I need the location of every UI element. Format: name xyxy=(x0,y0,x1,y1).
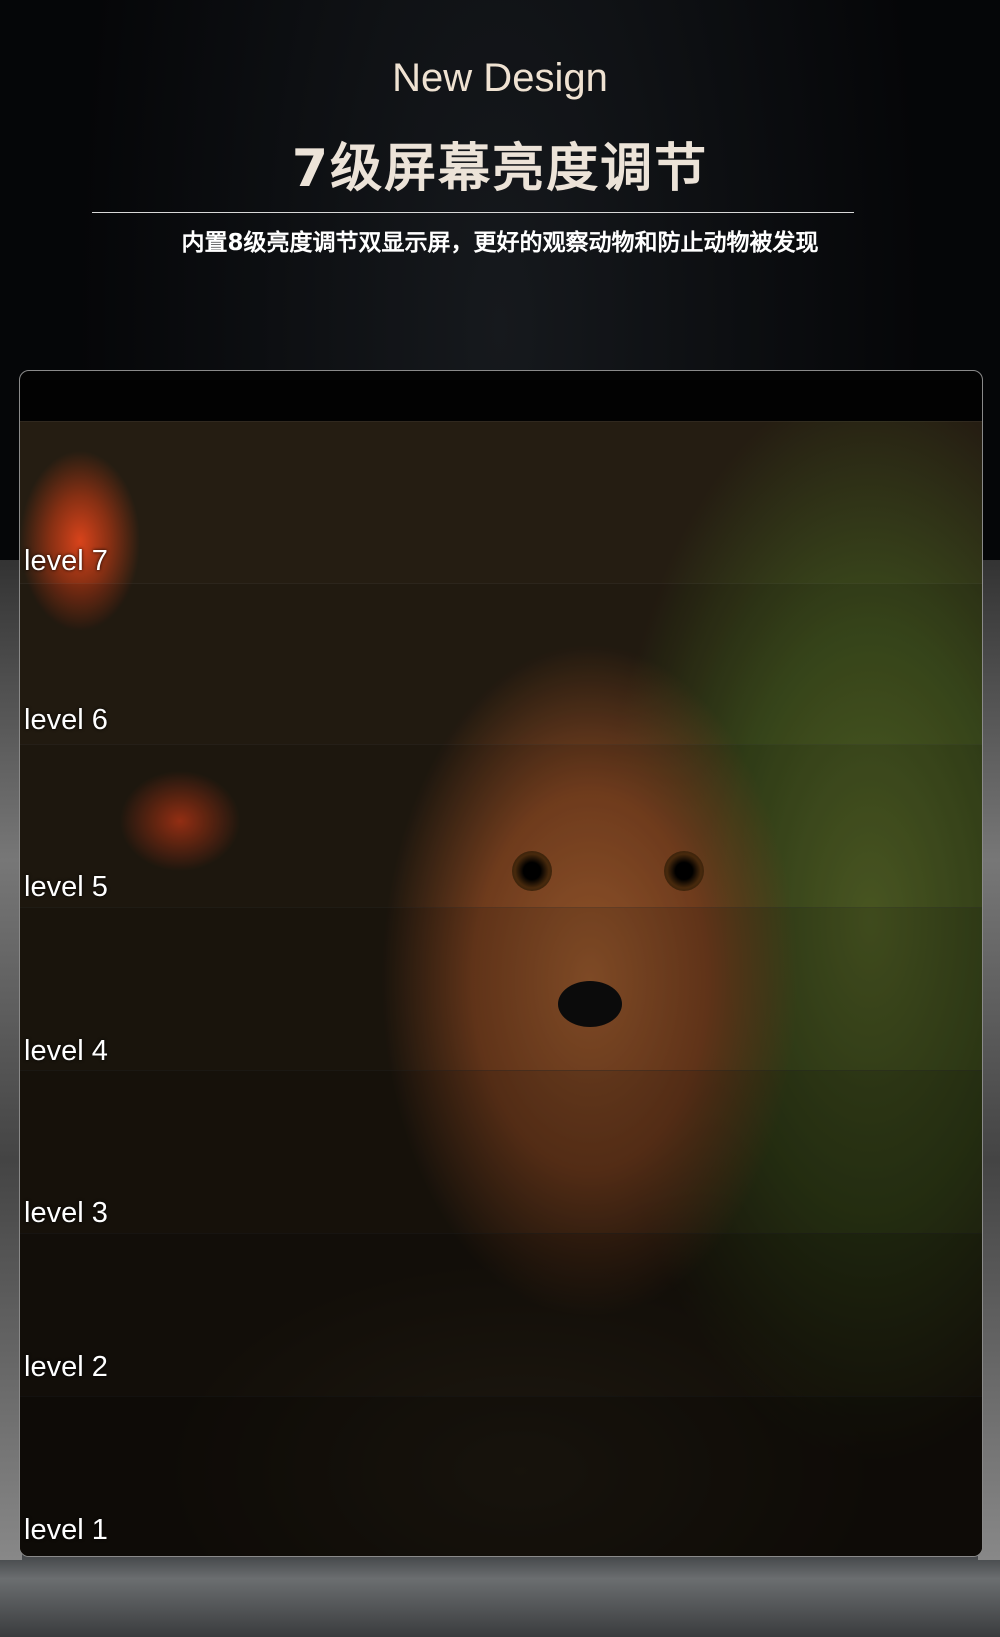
brightness-band-2 xyxy=(20,1233,982,1397)
screen-panel: level 7 level 6 level 5 level 4 level 3 level… xyxy=(19,370,983,1557)
brightness-band-3 xyxy=(20,1070,982,1234)
title-chinese: 7级屏幕亮度调节 xyxy=(291,139,709,199)
brightness-band-5 xyxy=(20,744,982,908)
level-label: level 4 xyxy=(24,1035,108,1067)
subtitle: 内置8级亮度调节双显示屏，更好的观察动物和防止动物被发现 xyxy=(181,230,819,256)
level-label: level 3 xyxy=(24,1197,108,1229)
level-label: level 5 xyxy=(24,871,108,903)
brightness-band-6 xyxy=(20,583,982,745)
level-label: level 6 xyxy=(24,704,108,736)
level-label: level 1 xyxy=(24,1514,108,1546)
brightness-band-7 xyxy=(20,421,982,584)
level-label: level 2 xyxy=(24,1351,108,1383)
brightness-band-1 xyxy=(20,1396,982,1556)
title-english: New Design xyxy=(392,56,608,100)
fox-photo: level 7 level 6 level 5 level 4 level 3 level… xyxy=(20,421,982,1556)
divider xyxy=(92,212,854,213)
brightness-band-4 xyxy=(20,907,982,1071)
level-label: level 7 xyxy=(24,545,108,577)
